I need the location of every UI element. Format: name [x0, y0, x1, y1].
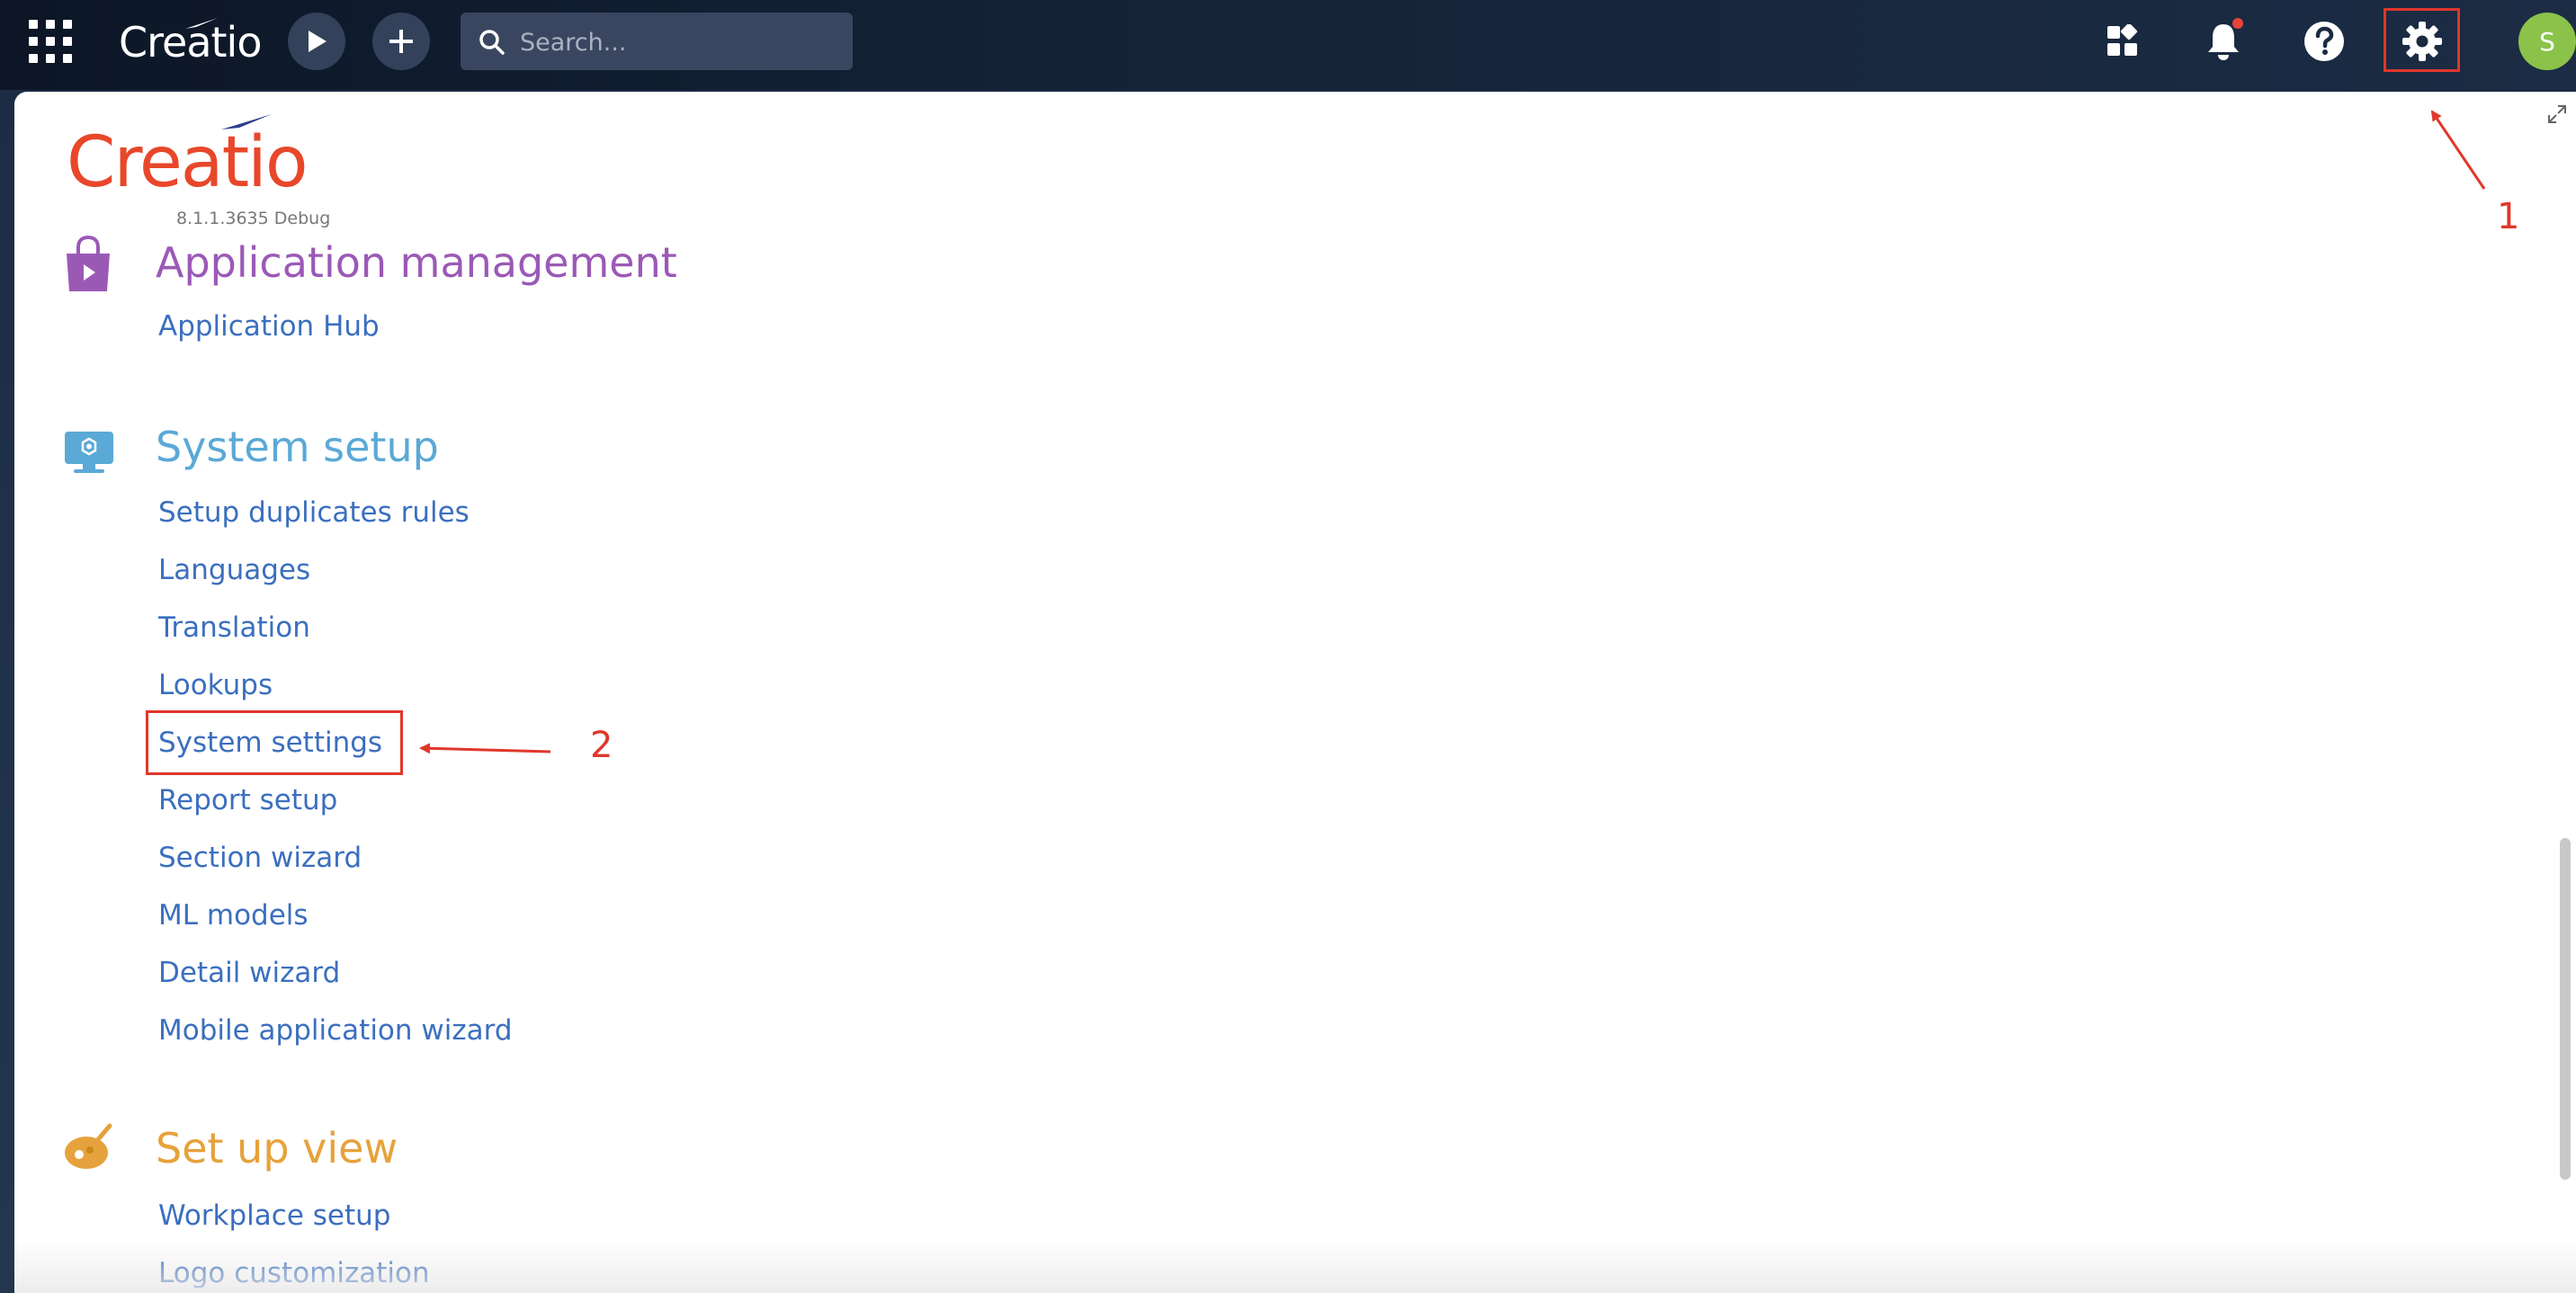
link-lookups[interactable]: Lookups — [158, 669, 273, 701]
link-section-wizard[interactable]: Section wizard — [158, 842, 362, 874]
notifications-button[interactable] — [2196, 14, 2250, 68]
annotation-number-2: 2 — [590, 725, 613, 766]
widgets-icon — [2107, 24, 2138, 56]
top-logo[interactable]: Creatio — [119, 18, 262, 67]
annotation-number-1: 1 — [2497, 196, 2520, 237]
help-button[interactable] — [2297, 14, 2351, 68]
apps-grid-icon[interactable] — [29, 20, 72, 63]
search-icon — [479, 30, 505, 55]
link-report-setup[interactable]: Report setup — [158, 784, 337, 816]
top-bar: Creatio Search... S — [0, 0, 2576, 90]
section-title-set-up-view: Set up view — [156, 1124, 398, 1173]
link-logo-customization[interactable]: Logo customization — [158, 1257, 430, 1289]
global-search[interactable] — [461, 13, 853, 70]
brand-version: 8.1.1.3635 Debug — [176, 209, 331, 228]
avatar-initial: S — [2539, 26, 2555, 57]
link-languages[interactable]: Languages — [158, 554, 310, 586]
add-new-button[interactable] — [372, 13, 430, 70]
plus-icon — [389, 30, 413, 53]
link-detail-wizard[interactable]: Detail wizard — [158, 957, 340, 989]
monitor-gear-icon — [65, 432, 113, 473]
run-process-button[interactable] — [288, 13, 345, 70]
section-title-application-management: Application management — [156, 238, 677, 287]
help-icon — [2304, 22, 2344, 61]
shopping-bag-icon — [67, 236, 110, 291]
section-title-system-setup: System setup — [156, 423, 439, 471]
search-input[interactable] — [518, 22, 845, 63]
system-designer-panel: Creatio 8.1.1.3635 Debug Application man… — [14, 92, 2576, 1293]
avatar[interactable]: S — [2518, 13, 2576, 70]
system-settings-highlight-box — [146, 710, 403, 775]
dashboards-button[interactable] — [2096, 14, 2150, 68]
brand-logo: Creatio 8.1.1.3635 Debug — [67, 111, 354, 228]
brand-name: Creatio — [67, 122, 309, 203]
logo-swoosh-icon — [185, 18, 218, 29]
link-ml-models[interactable]: ML models — [158, 899, 309, 932]
settings-highlight-box — [2384, 8, 2460, 72]
link-translation[interactable]: Translation — [158, 611, 310, 644]
palette-brush-icon — [65, 1123, 112, 1169]
play-icon — [309, 31, 326, 52]
notification-dot — [2232, 18, 2243, 29]
expand-icon[interactable] — [2547, 104, 2567, 124]
link-workplace-setup[interactable]: Workplace setup — [158, 1199, 390, 1232]
link-setup-duplicates-rules[interactable]: Setup duplicates rules — [158, 496, 470, 529]
link-application-hub[interactable]: Application Hub — [158, 310, 380, 343]
scrollbar-thumb[interactable] — [2560, 838, 2571, 1180]
link-mobile-application-wizard[interactable]: Mobile application wizard — [158, 1014, 513, 1047]
